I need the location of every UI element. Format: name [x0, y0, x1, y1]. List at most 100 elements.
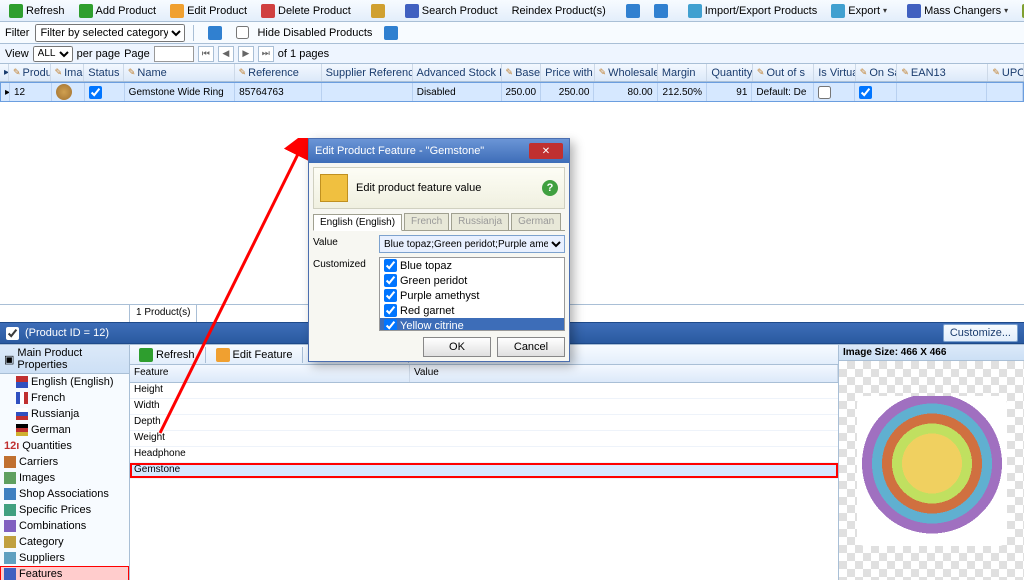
search-product-button[interactable]: Search Product: [399, 1, 504, 21]
cell-virt[interactable]: [814, 83, 856, 101]
tab-german[interactable]: German: [511, 213, 561, 230]
col-upc[interactable]: ✎UPC: [988, 64, 1024, 81]
filter-tool-2[interactable]: [378, 23, 404, 43]
export-button[interactable]: Export▾: [825, 1, 893, 21]
col-virt[interactable]: Is Virtual: [814, 64, 856, 81]
value-select[interactable]: Blue topaz;Green peridot;Purple amethyst…: [379, 235, 565, 253]
status-checkbox[interactable]: [89, 86, 102, 99]
cancel-button[interactable]: Cancel: [497, 337, 565, 357]
first-page-button[interactable]: ⏮: [198, 46, 214, 62]
lang-german[interactable]: German: [0, 422, 129, 438]
col-qty[interactable]: Quantity: [707, 64, 753, 81]
feature-row-height[interactable]: Height: [130, 383, 838, 399]
col-pt[interactable]: Price with Ta: [541, 64, 594, 81]
sidebar-item-images[interactable]: Images: [0, 470, 129, 486]
option-red-garnet[interactable]: Red garnet: [380, 303, 564, 318]
selection-checkbox[interactable]: [6, 327, 19, 340]
ok-button[interactable]: OK: [423, 337, 491, 357]
option-yellow-citrine[interactable]: Yellow citrine: [380, 318, 564, 331]
dialog-close-button[interactable]: ✕: [529, 143, 563, 159]
col-name[interactable]: ✎Name: [124, 64, 235, 81]
feature-col-feature[interactable]: Feature: [130, 365, 410, 382]
filter-select[interactable]: Filter by selected category: [35, 24, 185, 42]
feature-col-value[interactable]: Value: [410, 365, 838, 382]
edit-feature-button[interactable]: Edit Feature: [210, 345, 299, 365]
edit-product-button[interactable]: Edit Product: [164, 1, 253, 21]
page-input[interactable]: [154, 46, 194, 62]
per-page-select[interactable]: ALL: [33, 46, 73, 62]
dialog-banner-text: Edit product feature value: [356, 182, 481, 194]
sidebar-item-prices[interactable]: Specific Prices: [0, 502, 129, 518]
sidebar-item-shop[interactable]: Shop Associations: [0, 486, 129, 502]
prev-page-button[interactable]: ◀: [218, 46, 234, 62]
col-oos[interactable]: ✎Out of s: [753, 64, 814, 81]
export-icon: [831, 4, 845, 18]
col-ref[interactable]: ✎Reference: [235, 64, 322, 81]
side-head[interactable]: ▣Main Product Properties: [0, 345, 129, 374]
col-ean[interactable]: ✎EAN13: [897, 64, 988, 81]
cell-ref: 85764763: [235, 83, 322, 101]
dialog-titlebar[interactable]: Edit Product Feature - "Gemstone" ✕: [309, 139, 569, 163]
refresh-button[interactable]: Refresh: [3, 1, 71, 21]
feature-row-depth[interactable]: Depth: [130, 415, 838, 431]
col-wp[interactable]: ✎Wholesale P: [595, 64, 658, 81]
sidebar-item-features[interactable]: Features: [0, 566, 129, 580]
col-sref[interactable]: Supplier Reference: [322, 64, 413, 81]
lang-french[interactable]: French: [0, 390, 129, 406]
option-green-peridot[interactable]: Green peridot: [380, 273, 564, 288]
feature-row-headphone[interactable]: Headphone: [130, 447, 838, 463]
feature-row-gemstone[interactable]: Gemstone: [130, 463, 838, 479]
sidebar-item-combinations[interactable]: Combinations: [0, 518, 129, 534]
col-id[interactable]: ✎Produc: [9, 64, 51, 81]
col-adv[interactable]: Advanced Stock Manage: [413, 64, 502, 81]
onsale-checkbox[interactable]: [859, 86, 872, 99]
tab-french[interactable]: French: [404, 213, 449, 230]
option-blue-topaz[interactable]: Blue topaz: [380, 258, 564, 273]
cell-status[interactable]: [85, 83, 125, 101]
image-panel: Image Size: 466 X 466: [838, 345, 1024, 580]
col-image[interactable]: ✎Image: [51, 64, 85, 81]
option-purple-amethyst[interactable]: Purple amethyst: [380, 288, 564, 303]
feature-row-width[interactable]: Width: [130, 399, 838, 415]
product-count: 1 Product(s): [130, 305, 197, 322]
col-bp[interactable]: ✎Base Price: [502, 64, 542, 81]
cell-sale[interactable]: [855, 83, 897, 101]
copy-button[interactable]: [365, 1, 391, 21]
sidebar-item-quantities[interactable]: 12ıQuantities: [0, 438, 129, 454]
col-status[interactable]: Status: [84, 64, 124, 81]
sidebar-item-suppliers[interactable]: Suppliers: [0, 550, 129, 566]
sidebar-item-category[interactable]: Category: [0, 534, 129, 550]
tab-russian[interactable]: Russianja: [451, 213, 509, 230]
edit-feature-dialog: Edit Product Feature - "Gemstone" ✕ Edit…: [308, 138, 570, 362]
sidebar-item-carriers[interactable]: Carriers: [0, 454, 129, 470]
product-row[interactable]: ▸ 12 Gemstone Wide Ring 85764763 Disable…: [0, 82, 1024, 102]
reindex-button[interactable]: Reindex Product(s): [506, 2, 612, 20]
mass-changers-button[interactable]: Mass Changers▾: [901, 1, 1014, 21]
options-list[interactable]: Blue topaz Green peridot Purple amethyst…: [379, 257, 565, 331]
virtual-checkbox[interactable]: [818, 86, 831, 99]
hide-disabled-checkbox[interactable]: [236, 26, 249, 39]
col-mg[interactable]: Margin: [658, 64, 707, 81]
lang-english[interactable]: English (English): [0, 374, 129, 390]
col-sale[interactable]: ✎On Sale: [856, 64, 898, 81]
last-page-button[interactable]: ⏭: [258, 46, 274, 62]
per-page-label: per page: [77, 48, 120, 60]
carrier-icon: [4, 456, 16, 468]
customize-button[interactable]: Customize...: [943, 324, 1018, 342]
help-icon[interactable]: ?: [542, 180, 558, 196]
tool-btn-2[interactable]: [648, 1, 674, 21]
filter-label: Filter: [5, 27, 29, 39]
tab-english[interactable]: English (English): [313, 214, 402, 231]
import-export-button[interactable]: Import/Export Products: [682, 1, 824, 21]
generators-button[interactable]: Generators▾: [1016, 1, 1024, 21]
filter-tool-1[interactable]: [202, 23, 228, 43]
delete-product-button[interactable]: Delete Product: [255, 1, 357, 21]
next-page-button[interactable]: ▶: [238, 46, 254, 62]
add-product-button[interactable]: Add Product: [73, 1, 163, 21]
col-edge[interactable]: ▸: [0, 64, 9, 81]
feature-refresh-button[interactable]: Refresh: [133, 345, 201, 365]
lang-russian[interactable]: Russianja: [0, 406, 129, 422]
filter-icon: [384, 26, 398, 40]
tool-btn-1[interactable]: [620, 1, 646, 21]
feature-row-weight[interactable]: Weight: [130, 431, 838, 447]
